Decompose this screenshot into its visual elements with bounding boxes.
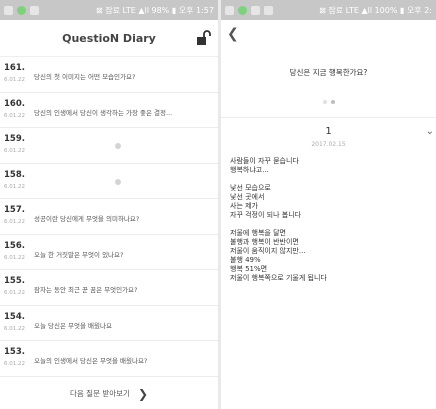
question-date: 6.01.22	[4, 325, 25, 332]
question-date: 6.01.22	[4, 77, 25, 83]
question-date: 6.01.22	[4, 183, 25, 190]
status-info: ⊠ 잠료 LTE ▲ll 98% ▮ 오후 1:57	[96, 5, 214, 15]
entry-line	[230, 220, 430, 229]
notification-icons	[4, 5, 39, 15]
entry-line: 저울이 행복쪽으로 기울게 됩니다	[230, 274, 327, 282]
question-row[interactable]: 157. 6.01.22 성공이란 당신에게 무엇을 의미하나요?	[0, 199, 218, 235]
question-number: 153.	[4, 347, 25, 357]
question-number: 156.	[4, 240, 25, 251]
question-row[interactable]: 156. 6.01.22 오늘 한 거짓말은 무엇이 있나요?	[0, 235, 218, 270]
question-number: 160.	[4, 98, 25, 109]
unanswered-dot-icon	[115, 143, 121, 149]
question-text: 오늘 한 거짓말은 무엇이 있나요?	[34, 250, 124, 259]
question-row[interactable]: 159. 6.01.22	[0, 128, 218, 164]
entry-line: 자꾸 걱정이 되나 봅니다	[230, 211, 302, 219]
question-text: 오늘 당신은 무엇을 배웠나요	[34, 321, 112, 330]
unanswered-dot-icon	[115, 178, 121, 185]
status-info: ⊠ 잠료 LTE ▲ll 100% ▮ 오후 2:	[319, 5, 432, 15]
question-row[interactable]: 154. 6.01.22 오늘 당신은 무엇을 배웠나요	[0, 306, 218, 341]
entry-line	[230, 175, 430, 184]
question-number: 161.	[4, 63, 25, 73]
question-row[interactable]: 158. 6.01.22	[0, 164, 218, 199]
chevron-down-icon[interactable]: ⌄	[426, 126, 434, 137]
question-date: 6.01.22	[4, 112, 25, 119]
app-notification-icon	[17, 5, 26, 15]
notification-icon	[225, 5, 234, 15]
question-list-screen: ⊠ 잠료 LTE ▲ll 98% ▮ 오후 1:57 QuestioN Diar…	[0, 0, 218, 409]
question-title: 당신은 지금 행복한가요?	[289, 68, 368, 77]
question-number: 154.	[4, 311, 25, 322]
entry-body[interactable]: 사람들이 자꾸 묻습니다 행복하냐고... 낯선 모습으로 낯선 곳에서 사는 제가 자꾸…	[230, 157, 430, 283]
entry-line: 저울이 움직이지 않지만...	[230, 247, 306, 255]
detail-header: ❮	[221, 20, 436, 60]
question-number: 158.	[4, 169, 25, 180]
app-notification-icon-2	[30, 5, 39, 15]
entry-line: 사람들이 자꾸 묻습니다	[230, 157, 299, 165]
question-row[interactable]: 160. 6.01.22 당신의 인생에서 당신이 생각하는 가장 좋은 결정...	[0, 93, 218, 128]
page-indicator	[221, 100, 436, 104]
page-dot	[322, 100, 327, 104]
diary-entry-screen: ⊠ 잠료 LTE ▲ll 100% ▮ 오후 2: ❮ 당신은 지금 행복한가요…	[221, 0, 436, 409]
question-text: 성공이란 당신에게 무엇을 의미하나요?	[34, 215, 140, 223]
divider-line	[221, 117, 436, 118]
notification-icons-right	[225, 5, 273, 15]
entry-line: 낯선 곳에서	[230, 193, 265, 201]
entry-line: 행복하냐고...	[230, 166, 269, 174]
question-date: 6.01.22	[4, 361, 25, 367]
page-dot-active	[330, 100, 335, 104]
question-number: 157.	[4, 205, 25, 215]
next-question-label: 다음 질문 받아보기	[69, 389, 130, 398]
entry-line: 행복 51%면	[230, 265, 268, 273]
question-text: 당신의 첫 이미지는 어떤 모습인가요?	[34, 73, 136, 81]
notification-icon	[4, 5, 13, 15]
unlock-icon[interactable]	[194, 29, 212, 47]
entry-line: 낯선 모습으로	[230, 184, 271, 192]
question-date: 6.01.22	[4, 219, 25, 225]
entry-line: 불행 49%	[230, 256, 261, 264]
question-date: 6.01.22	[4, 290, 25, 296]
status-bar-right: ⊠ 잠료 LTE ▲ll 100% ▮ 오후 2:	[221, 0, 436, 20]
question-number: 159.	[4, 134, 25, 144]
question-text: 오늘의 인생에서 당신은 무엇을 배웠나요?	[34, 357, 148, 365]
entry-line: 사는 제가	[230, 202, 258, 210]
entry-number: 1	[325, 126, 332, 137]
next-question-button[interactable]: 다음 질문 받아보기 ❯	[0, 378, 218, 409]
app-header: QuestioN Diary	[0, 20, 218, 57]
question-list: 161. 6.01.22 당신의 첫 이미지는 어떤 모습인가요? 160. 6.01.…	[0, 57, 218, 377]
back-arrow-icon[interactable]: ❮	[227, 26, 239, 42]
app-notification-icon-3	[264, 5, 273, 15]
question-text: 잠자는 동안 최근 꾼 꿈은 무엇인가요?	[34, 286, 138, 294]
question-row[interactable]: 161. 6.01.22 당신의 첫 이미지는 어떤 모습인가요?	[0, 57, 218, 93]
entry-date: 2017.02.15	[311, 141, 346, 148]
chevron-right-icon: ❯	[137, 386, 149, 401]
question-row[interactable]: 153. 6.01.22 오늘의 인생에서 당신은 무엇을 배웠나요?	[0, 341, 218, 377]
question-text: 당신의 인생에서 당신이 생각하는 가장 좋은 결정...	[34, 108, 173, 117]
app-notification-icon-2	[251, 5, 260, 15]
question-date: 6.01.22	[4, 254, 25, 261]
status-bar: ⊠ 잠료 LTE ▲ll 98% ▮ 오후 1:57	[0, 0, 218, 20]
question-date: 6.01.22	[4, 148, 25, 154]
app-title: QuestioN Diary	[62, 31, 156, 45]
entry-line: 불행과 행복이 반반이면	[230, 238, 299, 246]
question-number: 155.	[4, 276, 25, 286]
app-notification-icon	[238, 5, 247, 15]
entry-line: 저울에 행복을 달면	[230, 229, 286, 237]
question-row[interactable]: 155. 6.01.22 잠자는 동안 최근 꾼 꿈은 무엇인가요?	[0, 270, 218, 306]
